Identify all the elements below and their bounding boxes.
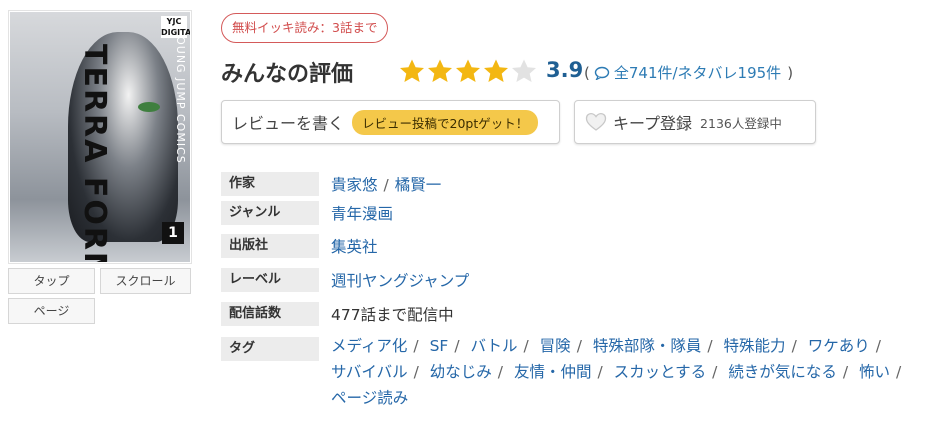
author-link[interactable]: 貴家悠	[331, 176, 378, 194]
review-section-title: みんなの評価	[221, 62, 354, 87]
label-link[interactable]: 週刊ヤングジャンプ	[331, 272, 469, 290]
info-row-tags: タグ	[221, 337, 319, 361]
rating-stars	[398, 58, 538, 84]
tag-separator: /	[791, 337, 797, 355]
heart-icon	[585, 112, 607, 131]
tag-link[interactable]: 続きが気になる	[728, 363, 837, 381]
review-count-open-paren: (	[584, 63, 590, 82]
tag-separator: /	[413, 337, 419, 355]
cover-volume-number: 1	[162, 222, 184, 244]
tag-separator: /	[454, 337, 460, 355]
view-mode-page-button[interactable]: ページ	[8, 298, 95, 324]
info-label-genre: ジャンル	[221, 201, 319, 225]
info-label-author: 作家	[221, 172, 319, 196]
cover-eye	[138, 102, 160, 112]
star-filled-icon	[456, 59, 480, 82]
review-count-close-paren: )	[787, 63, 794, 82]
genre-link[interactable]: 青年漫画	[331, 205, 393, 223]
star-empty-icon	[512, 59, 536, 82]
info-row-genre: ジャンル 青年漫画	[221, 201, 393, 225]
publisher-link[interactable]: 集英社	[331, 238, 378, 256]
tag-link[interactable]: 冒険	[540, 337, 571, 355]
tag-link[interactable]: ページ読み	[331, 389, 408, 407]
tag-separator: /	[413, 363, 419, 381]
cover-frame: TERRA FORMARS YOUNG JUMP COMICS YJC DIGI…	[8, 10, 192, 264]
review-count: ( 全741件/ネタバレ195件 )	[584, 62, 793, 83]
tag-link[interactable]: スカッとする	[614, 363, 707, 381]
write-review-button[interactable]: レビューを書く レビュー投稿で20ptゲット！	[221, 100, 560, 144]
info-label-publisher: 出版社	[221, 234, 319, 258]
cover-title-text: TERRA FORMARS	[77, 44, 112, 262]
cover-publisher-badge: YJC DIGITAL	[161, 16, 190, 38]
keep-count: 2136人登録中	[700, 115, 782, 131]
tag-link[interactable]: メディア化	[331, 337, 407, 355]
info-row-label: レーベル 週刊ヤングジャンプ	[221, 268, 469, 292]
tag-separator: /	[712, 363, 718, 381]
tag-list: メディア化 / SF / バトル / 冒険 / 特殊部隊・隊員 / 特殊能力 / ワケあり /…	[331, 333, 931, 411]
cover-image[interactable]: TERRA FORMARS YOUNG JUMP COMICS YJC DIGI…	[10, 12, 190, 262]
info-label-episodes: 配信話数	[221, 302, 319, 326]
info-row-author: 作家 貴家悠 / 橘賢一	[221, 172, 441, 196]
author-list: 貴家悠 / 橘賢一	[331, 173, 441, 195]
tag-link[interactable]: 怖い	[859, 363, 890, 381]
keep-button[interactable]: キープ登録 2136人登録中	[574, 100, 816, 144]
author-link[interactable]: 橘賢一	[395, 176, 442, 194]
view-mode-tap-button[interactable]: タップ	[8, 268, 95, 294]
tag-link[interactable]: 友情・仲間	[514, 363, 592, 381]
tag-separator: /	[597, 363, 603, 381]
keep-label: キープ登録	[613, 114, 693, 133]
star-filled-icon	[428, 59, 452, 82]
tag-separator: /	[842, 363, 849, 381]
tag-link[interactable]: SF	[430, 337, 449, 355]
tag-separator: /	[707, 337, 713, 355]
speech-bubble-icon	[594, 66, 610, 80]
write-review-label: レビューを書く	[232, 114, 345, 133]
tag-separator: /	[896, 363, 902, 381]
tag-link[interactable]: 特殊部隊・隊員	[593, 337, 702, 355]
info-label-label: レーベル	[221, 268, 319, 292]
tag-separator: /	[576, 337, 582, 355]
star-filled-icon	[484, 59, 508, 82]
view-mode-scroll-button[interactable]: スクロール	[100, 268, 191, 294]
tag-separator: /	[523, 337, 529, 355]
cover-label-text: YOUNG JUMP COMICS	[174, 29, 187, 164]
tag-separator: /	[875, 337, 881, 355]
free-read-badge: 無料イッキ読み：3話まで	[221, 13, 389, 43]
tag-link[interactable]: サバイバル	[331, 363, 408, 381]
star-filled-icon	[400, 59, 424, 82]
info-row-publisher: 出版社 集英社	[221, 234, 378, 258]
info-row-episodes: 配信話数 477話まで配信中	[221, 302, 454, 326]
review-count-link[interactable]: 全741件/ネタバレ195件	[614, 62, 781, 83]
review-promo-badge: レビュー投稿で20ptゲット！	[352, 109, 539, 135]
tag-link[interactable]: ワケあり	[808, 337, 870, 355]
info-label-tags: タグ	[221, 337, 319, 361]
tag-link[interactable]: 特殊能力	[724, 337, 786, 355]
author-separator: /	[383, 176, 389, 194]
tag-link[interactable]: バトル	[471, 337, 518, 355]
tag-link[interactable]: 幼なじみ	[430, 363, 492, 381]
rating-value: 3.9	[546, 58, 584, 82]
episodes-value: 477話まで配信中	[331, 306, 454, 324]
tag-separator: /	[497, 363, 503, 381]
